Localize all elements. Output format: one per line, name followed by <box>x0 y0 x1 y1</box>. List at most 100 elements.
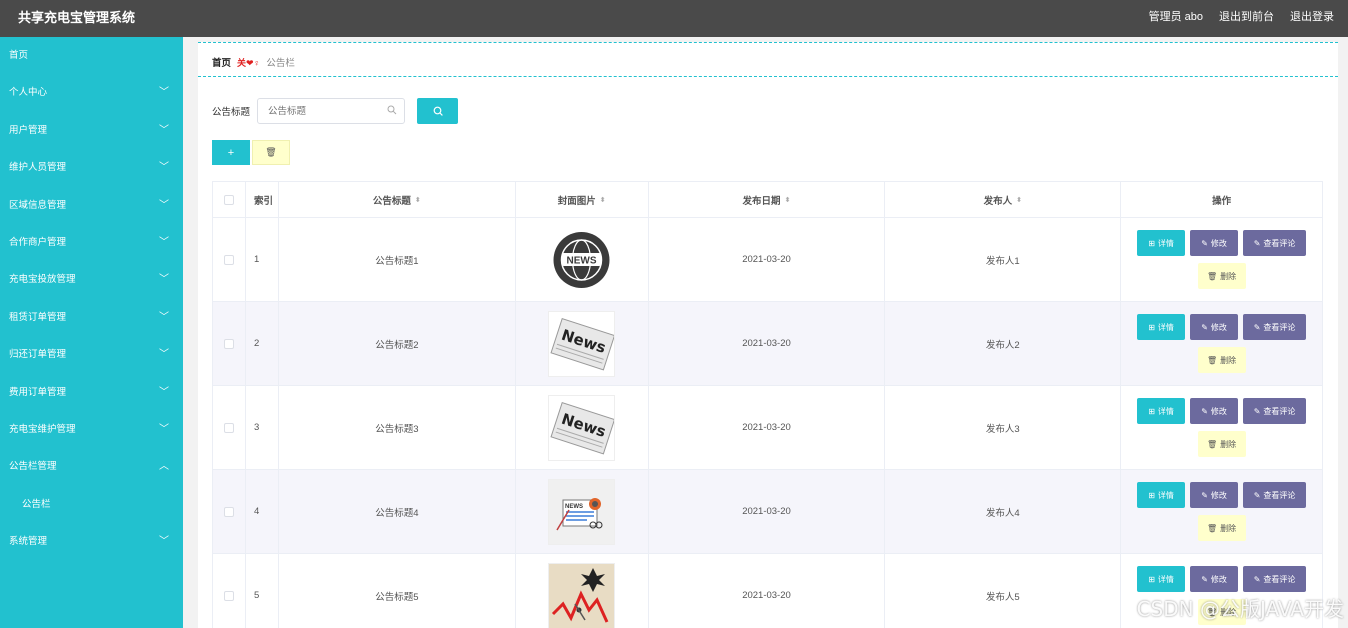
sidebar-item-region-management[interactable]: 区域信息管理 ﹀ <box>0 187 183 224</box>
row-index: 4 <box>246 470 279 553</box>
row-date: 2021-03-20 <box>649 302 886 385</box>
view-comments-button[interactable]: ✎ 查看评论 <box>1243 566 1307 592</box>
detail-button[interactable]: ⊞ 详情 <box>1137 398 1186 424</box>
search-button[interactable] <box>417 98 459 124</box>
chevron-down-icon: ﹀ <box>159 349 169 361</box>
sidebar-item-label: 公告栏 <box>22 498 51 510</box>
select-all-checkbox[interactable] <box>223 194 234 205</box>
edit-button[interactable]: ✎ 修改 <box>1190 482 1239 508</box>
edit-button[interactable]: ✎ 修改 <box>1190 314 1239 340</box>
chevron-down-icon: ﹀ <box>159 386 169 398</box>
search-icon <box>433 106 443 116</box>
edit-icon: ✎ <box>1253 322 1261 332</box>
newspaper-icon[interactable]: News <box>548 394 616 461</box>
edit-label: 修改 <box>1210 406 1227 416</box>
row-ops: ⊞ 详情 ✎ 修改 ✎ 查看评论 🗑 删除 <box>1121 218 1323 301</box>
back-to-front-link[interactable]: 退出到前台 <box>1219 8 1274 24</box>
sidebar-item-maintainer-management[interactable]: 维护人员管理 ﹀ <box>0 149 183 186</box>
header-ops-label: 操作 <box>1212 195 1232 207</box>
news-paper-desk-icon[interactable]: NEWS <box>548 478 616 545</box>
breadcrumb-home[interactable]: 首页 <box>212 55 231 69</box>
sidebar-item-label: 公告栏管理 <box>9 461 57 473</box>
admin-user-label[interactable]: 管理员 abo <box>1149 8 1203 24</box>
sidebar-item-powerbank-deployment[interactable]: 充电宝投放管理 ﹀ <box>0 261 183 298</box>
header-index: 索引 <box>246 182 279 217</box>
detail-label: 详情 <box>1157 406 1174 416</box>
row-checkbox[interactable] <box>223 338 234 349</box>
logout-link[interactable]: 退出登录 <box>1290 8 1334 24</box>
row-title: 公告标题3 <box>279 386 516 469</box>
delete-button[interactable]: 🗑 删除 <box>1197 431 1246 457</box>
header-title[interactable]: 公告标题 ⬍ <box>279 182 516 217</box>
news-globe-icon[interactable]: NEWS <box>548 227 615 293</box>
view-comments-button[interactable]: ✎ 查看评论 <box>1243 230 1307 256</box>
trash-icon: 🗑 <box>1207 439 1218 449</box>
edit-button[interactable]: ✎ 修改 <box>1190 398 1239 424</box>
newspaper-icon[interactable]: News <box>548 310 616 377</box>
header-title-label: 公告标题 <box>372 195 411 207</box>
detail-button[interactable]: ⊞ 详情 <box>1137 566 1186 592</box>
row-checkbox[interactable] <box>223 506 234 517</box>
detail-label: 详情 <box>1157 322 1174 332</box>
header-date-label: 发布日期 <box>742 195 781 207</box>
sort-icon[interactable]: ⬍ <box>600 196 606 204</box>
edit-icon: ✎ <box>1253 490 1261 500</box>
breadcrumb: 首页 关❤♀ 公告栏 <box>198 42 1338 77</box>
falling-chart-icon[interactable] <box>548 562 616 628</box>
row-cover-cell <box>516 554 649 628</box>
row-publisher: 发布人4 <box>885 470 1122 553</box>
sidebar-item-fee-orders[interactable]: 费用订单管理 ﹀ <box>0 374 183 411</box>
sidebar-item-label: 区域信息管理 <box>9 199 67 211</box>
add-button[interactable]: + <box>212 140 250 165</box>
header-publisher[interactable]: 发布人 ⬍ <box>885 182 1122 217</box>
sidebar-item-system-management[interactable]: 系统管理 ﹀ <box>0 523 183 560</box>
row-publisher: 发布人1 <box>885 218 1122 301</box>
delete-button[interactable]: 🗑 删除 <box>1197 263 1246 289</box>
edit-icon: ✎ <box>1201 490 1208 500</box>
sidebar-item-powerbank-maintenance[interactable]: 充电宝维护管理 ﹀ <box>0 411 183 448</box>
header-cover[interactable]: 封面图片 ⬍ <box>516 182 649 217</box>
edit-icon: ✎ <box>1253 574 1261 584</box>
delete-button[interactable]: 🗑 删除 <box>1197 347 1246 373</box>
bulk-actions: + 🗑 <box>212 140 290 165</box>
edit-button[interactable]: ✎ 修改 <box>1190 566 1239 592</box>
row-checkbox[interactable] <box>223 254 234 265</box>
row-checkbox[interactable] <box>223 590 234 601</box>
sidebar-item-personal-center[interactable]: 个人中心 ﹀ <box>0 74 183 111</box>
header-index-label: 索引 <box>253 195 273 207</box>
batch-delete-button[interactable]: 🗑 <box>252 140 290 165</box>
sort-icon[interactable]: ⬍ <box>415 196 421 204</box>
header-date[interactable]: 发布日期 ⬍ <box>649 182 886 217</box>
edit-icon: ✎ <box>1201 406 1208 416</box>
sort-icon[interactable]: ⬍ <box>1016 196 1022 204</box>
sort-icon[interactable]: ⬍ <box>785 196 791 204</box>
table-row: 2 公告标题2 News 2021-03-20 发布人2 ⊞ 详情 ✎ 修改 ✎… <box>213 302 1323 386</box>
detail-button[interactable]: ⊞ 详情 <box>1137 230 1186 256</box>
sidebar-item-label: 系统管理 <box>9 536 48 548</box>
edit-icon: ✎ <box>1201 574 1208 584</box>
delete-label: 删除 <box>1220 355 1237 365</box>
detail-button[interactable]: ⊞ 详情 <box>1137 482 1186 508</box>
main-content: 首页 关❤♀ 公告栏 公告标题 + 🗑 索引 公告标题 ⬍ 封面图片 ⬍ 发布日期 ⬍… <box>198 42 1338 628</box>
svg-text:NEWS: NEWS <box>565 504 583 510</box>
trash-icon: 🗑 <box>1207 523 1218 533</box>
view-comments-button[interactable]: ✎ 查看评论 <box>1243 314 1307 340</box>
sidebar-item-notice-board[interactable]: 公告栏 <box>0 486 183 523</box>
row-checkbox[interactable] <box>223 422 234 433</box>
delete-button[interactable]: 🗑 删除 <box>1197 515 1246 541</box>
row-cover-cell: News <box>516 302 649 385</box>
detail-button[interactable]: ⊞ 详情 <box>1137 314 1186 340</box>
row-cover-cell: NEWS <box>516 218 649 301</box>
search-field[interactable] <box>257 98 406 124</box>
edit-button[interactable]: ✎ 修改 <box>1190 230 1239 256</box>
search-input[interactable] <box>258 99 379 123</box>
sidebar-item-user-management[interactable]: 用户管理 ﹀ <box>0 112 183 149</box>
sidebar-item-home[interactable]: 首页 <box>0 37 183 74</box>
sidebar-item-notice-management[interactable]: 公告栏管理 ︿ <box>0 448 183 485</box>
sidebar-item-merchant-management[interactable]: 合作商户管理 ﹀ <box>0 224 183 261</box>
view-comments-button[interactable]: ✎ 查看评论 <box>1243 482 1307 508</box>
view-comments-button[interactable]: ✎ 查看评论 <box>1243 398 1307 424</box>
sidebar-item-return-orders[interactable]: 归还订单管理 ﹀ <box>0 336 183 373</box>
sidebar-item-rental-orders[interactable]: 租赁订单管理 ﹀ <box>0 299 183 336</box>
row-title: 公告标题5 <box>279 554 516 628</box>
